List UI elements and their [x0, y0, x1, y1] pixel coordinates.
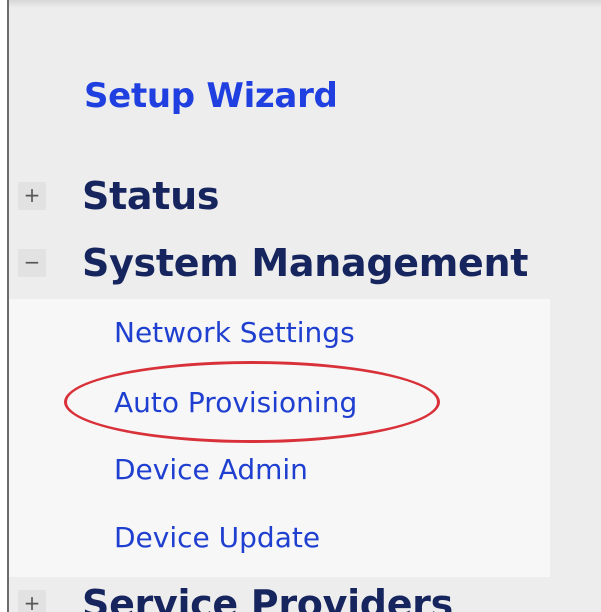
- submenu-item-network-settings[interactable]: Network Settings: [114, 316, 355, 349]
- expand-plus-icon[interactable]: +: [18, 182, 46, 210]
- submenu-item-device-update[interactable]: Device Update: [114, 521, 320, 554]
- expand-plus-icon[interactable]: +: [18, 590, 46, 612]
- nav-item-system-management-label[interactable]: System Management: [82, 241, 528, 285]
- setup-wizard-link[interactable]: Setup Wizard: [84, 76, 338, 116]
- submenu-item-device-admin[interactable]: Device Admin: [114, 453, 308, 486]
- nav-item-status-label[interactable]: Status: [82, 174, 220, 218]
- submenu-item-auto-provisioning[interactable]: Auto Provisioning: [114, 386, 357, 419]
- panel-top-shadow: [9, 0, 601, 8]
- nav-item-status[interactable]: + Status: [18, 174, 220, 218]
- collapse-minus-icon[interactable]: −: [18, 249, 46, 277]
- nav-frame: Setup Wizard + Status − System Managemen…: [0, 0, 601, 612]
- nav-item-service-providers[interactable]: + Service Providers: [18, 582, 453, 612]
- nav-item-system-management[interactable]: − System Management: [18, 241, 528, 285]
- nav-item-service-providers-label[interactable]: Service Providers: [82, 582, 453, 612]
